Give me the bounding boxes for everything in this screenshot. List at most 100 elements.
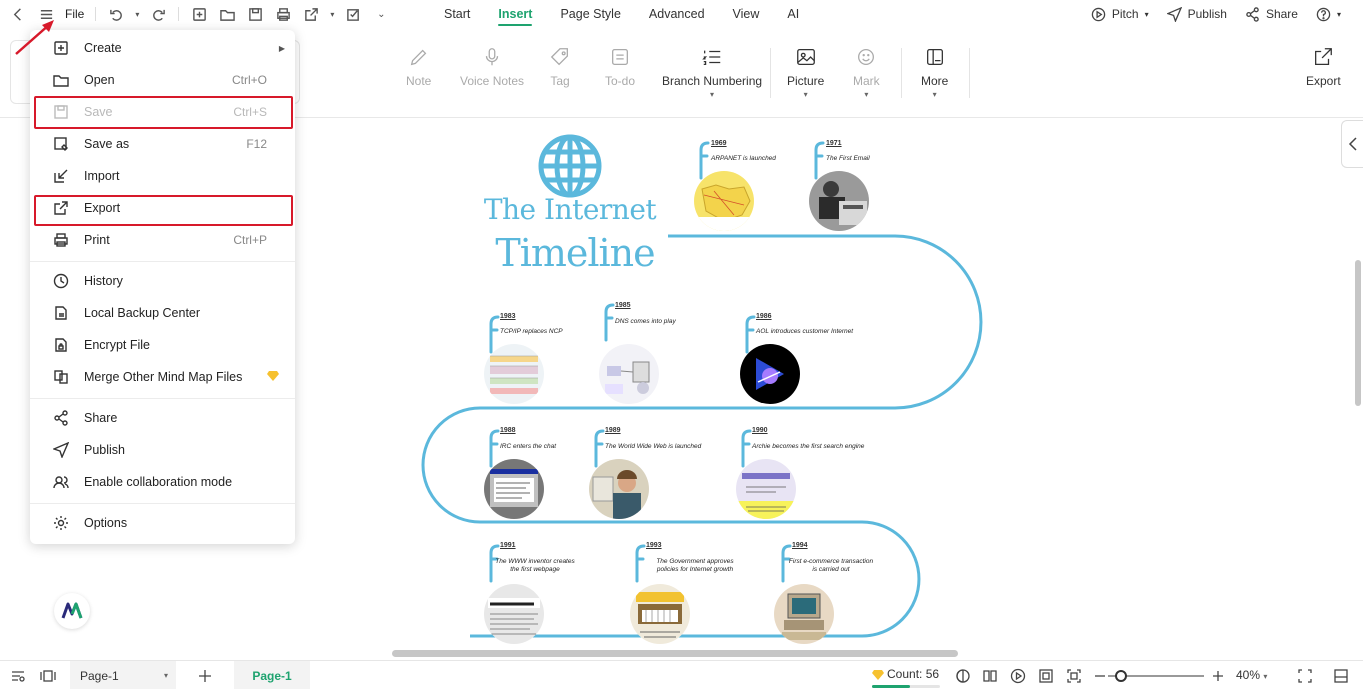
- tab-view[interactable]: View: [719, 0, 774, 28]
- send-icon: [1166, 6, 1182, 22]
- export-ribbon-button[interactable]: Export: [1306, 46, 1341, 88]
- event-year[interactable]: 1988: [500, 427, 516, 434]
- event-year[interactable]: 1991: [500, 542, 516, 549]
- event-text[interactable]: ARPANET is launched: [711, 155, 776, 162]
- zoom-in-icon[interactable]: [1210, 668, 1226, 684]
- voice-notes-button[interactable]: Voice Notes: [460, 46, 524, 88]
- checklist-icon[interactable]: [341, 2, 365, 26]
- event-year[interactable]: 1990: [752, 427, 768, 434]
- menu-item-options[interactable]: Options: [30, 507, 295, 539]
- event-image[interactable]: [484, 459, 544, 519]
- menu-item-save-as[interactable]: Save as F12: [30, 128, 295, 160]
- menu-item-open[interactable]: Open Ctrl+O: [30, 64, 295, 96]
- new-file-icon[interactable]: [187, 2, 211, 26]
- tab-start[interactable]: Start: [430, 0, 484, 28]
- picture-button[interactable]: Picture ▾: [787, 46, 824, 99]
- open-folder-icon[interactable]: [215, 2, 239, 26]
- event-year[interactable]: 1994: [792, 542, 808, 549]
- help-button[interactable]: ▾: [1316, 7, 1341, 22]
- event-text[interactable]: IRC enters the chat: [500, 443, 556, 450]
- voice-notes-label: Voice Notes: [460, 74, 525, 88]
- zoom-slider-handle[interactable]: [1115, 670, 1127, 682]
- note-button[interactable]: Note: [406, 46, 431, 88]
- menu-item-history[interactable]: History: [30, 265, 295, 297]
- more-chevron-icon[interactable]: ⌄: [369, 2, 393, 26]
- event-text[interactable]: DNS comes into play: [615, 318, 676, 325]
- add-page-icon[interactable]: [197, 668, 213, 684]
- fullscreen-icon[interactable]: [1297, 668, 1313, 684]
- event-image[interactable]: [740, 344, 800, 404]
- save-icon[interactable]: [243, 2, 267, 26]
- share-button[interactable]: Share: [1245, 6, 1298, 22]
- horizontal-scrollbar[interactable]: [392, 650, 958, 657]
- todo-button[interactable]: To-do: [605, 46, 635, 88]
- menu-item-create[interactable]: Create ▶: [30, 32, 295, 64]
- chevron-down-icon[interactable]: ▾: [327, 2, 337, 26]
- menu-item-publish[interactable]: Publish: [30, 434, 295, 466]
- event-image[interactable]: [589, 459, 649, 519]
- panel-toggle-icon[interactable]: [1333, 668, 1349, 684]
- event-text[interactable]: Archie becomes the first search engine: [752, 443, 864, 450]
- event-year[interactable]: 1971: [826, 140, 842, 147]
- menu-item-import[interactable]: Import: [30, 160, 295, 192]
- event-image[interactable]: [630, 584, 690, 644]
- slides-view-icon[interactable]: [40, 668, 56, 684]
- chevron-down-icon[interactable]: ▾: [132, 2, 142, 26]
- mark-button[interactable]: Mark ▾: [853, 46, 880, 99]
- event-image[interactable]: [694, 171, 754, 231]
- event-text[interactable]: AOL introduces customer Internet: [756, 328, 853, 335]
- tab-insert[interactable]: Insert: [484, 0, 546, 28]
- more-button[interactable]: More ▾: [921, 46, 948, 99]
- export-icon[interactable]: [299, 2, 323, 26]
- menu-item-collaboration[interactable]: Enable collaboration mode: [30, 466, 295, 498]
- vertical-scrollbar[interactable]: [1355, 260, 1361, 406]
- menu-item-encrypt[interactable]: Encrypt File: [30, 329, 295, 361]
- side-panel-toggle[interactable]: [1341, 120, 1363, 168]
- menu-item-local-backup[interactable]: Local Backup Center: [30, 297, 295, 329]
- event-year[interactable]: 1983: [500, 313, 516, 320]
- event-year[interactable]: 1993: [646, 542, 662, 549]
- page-select[interactable]: Page-1 ▾: [70, 661, 176, 689]
- zoom-out-icon[interactable]: [1092, 668, 1108, 684]
- event-year[interactable]: 1989: [605, 427, 621, 434]
- file-menu-button[interactable]: File: [62, 7, 87, 21]
- event-text[interactable]: TCP/IP replaces NCP: [500, 328, 563, 335]
- undo-icon[interactable]: [104, 2, 128, 26]
- event-text[interactable]: The World Wide Web is launched: [605, 443, 701, 450]
- redo-icon[interactable]: [146, 2, 170, 26]
- event-text[interactable]: The Government approves policies for Int…: [650, 558, 740, 574]
- tab-advanced[interactable]: Advanced: [635, 0, 719, 28]
- app-logo[interactable]: [54, 593, 90, 629]
- tab-page-1[interactable]: Page-1: [234, 661, 310, 689]
- event-image[interactable]: [599, 344, 659, 404]
- tab-page-style[interactable]: Page Style: [546, 0, 634, 28]
- more-label: More: [921, 74, 949, 88]
- event-image[interactable]: [484, 344, 544, 404]
- print-icon[interactable]: [271, 2, 295, 26]
- play-icon[interactable]: [1010, 668, 1026, 684]
- event-text[interactable]: The First Email: [826, 155, 870, 162]
- branch-numbering-button[interactable]: Branch Numbering ▾: [662, 46, 762, 99]
- fit-page-icon[interactable]: [1038, 668, 1054, 684]
- pitch-button[interactable]: Pitch ▾: [1091, 7, 1149, 22]
- event-year[interactable]: 1985: [615, 302, 631, 309]
- theme-icon[interactable]: [955, 668, 971, 684]
- event-image[interactable]: [774, 584, 834, 644]
- tab-ai[interactable]: AI: [773, 0, 813, 28]
- event-year[interactable]: 1969: [711, 140, 727, 147]
- event-image[interactable]: [736, 459, 796, 519]
- book-icon[interactable]: [982, 668, 998, 684]
- event-year[interactable]: 1986: [756, 313, 772, 320]
- fit-screen-icon[interactable]: [1066, 668, 1082, 684]
- tag-button[interactable]: Tag: [549, 46, 571, 88]
- event-image[interactable]: [809, 171, 869, 231]
- zoom-level[interactable]: 40% ▾: [1236, 668, 1267, 682]
- event-text[interactable]: The WWW inventor creates the first webpa…: [490, 558, 580, 574]
- publish-button[interactable]: Publish: [1166, 6, 1227, 22]
- event-text[interactable]: First e-commerce transaction is carried …: [786, 558, 876, 574]
- menu-item-merge[interactable]: Merge Other Mind Map Files: [30, 361, 295, 393]
- event-image[interactable]: [484, 584, 544, 644]
- outline-view-icon[interactable]: [10, 668, 26, 684]
- menu-item-print[interactable]: Print Ctrl+P: [30, 224, 295, 256]
- menu-item-share[interactable]: Share: [30, 402, 295, 434]
